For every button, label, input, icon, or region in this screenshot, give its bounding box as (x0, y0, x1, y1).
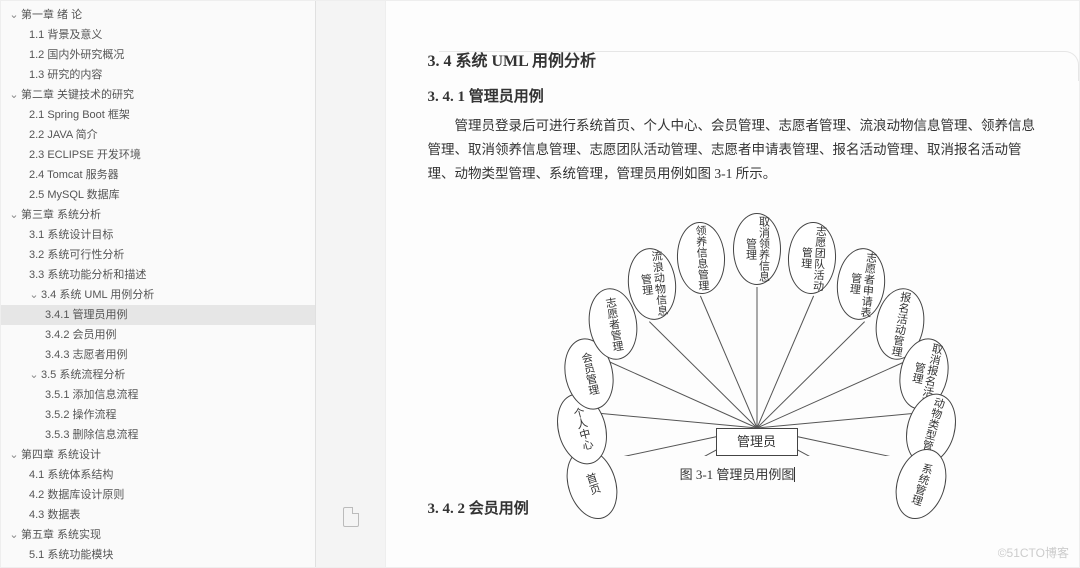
toc-item-label: 3.3 系统功能分析和描述 (29, 269, 146, 281)
figure-caption-3-1: 图 3-1 管理员用例图 (428, 464, 1048, 483)
toc-item-label: 第二章 关键技术的研究 (21, 89, 134, 101)
toc-item[interactable]: 2.4 Tomcat 服务器 (1, 165, 315, 185)
heading-3-4-2: 3. 4. 2 会员用例 (428, 497, 1048, 518)
toc-item[interactable]: 3.3 系统功能分析和描述 (1, 265, 315, 285)
toc-item-label: 3.4 系统 UML 用例分析 (41, 289, 154, 301)
toc-item[interactable]: 3.5.2 操作流程 (1, 405, 315, 425)
chevron-down-icon: ⌄ (29, 367, 39, 383)
toc-item[interactable]: 3.4.2 会员用例 (1, 325, 315, 345)
toc-item[interactable]: 3.5.3 删除信息流程 (1, 425, 315, 445)
heading-3-4-1: 3. 4. 1 管理员用例 (428, 85, 1048, 106)
chevron-down-icon: ⌄ (9, 207, 19, 223)
toc-item[interactable]: ⌄第一章 绪 论 (1, 5, 315, 25)
toc-item[interactable]: 1.2 国内外研究概况 (1, 45, 315, 65)
toc-item[interactable]: 4.1 系统体系结构 (1, 465, 315, 485)
toc-item[interactable]: 2.2 JAVA 简介 (1, 125, 315, 145)
document-area: 3. 4 系统 UML 用例分析 3. 4. 1 管理员用例 管理员登录后可进行… (316, 1, 1079, 567)
toc-item[interactable]: ⌄3.5 系统流程分析 (1, 365, 315, 385)
toc-item-label: 4.2 数据库设计原则 (29, 489, 124, 501)
toc-item-label: 2.2 JAVA 简介 (29, 129, 98, 141)
chevron-down-icon: ⌄ (9, 447, 19, 463)
toc-item-label: 第一章 绪 论 (21, 9, 82, 21)
toc-item-label: 4.1 系统体系结构 (29, 469, 113, 481)
uml-actor-admin: 管理员 (716, 428, 798, 456)
watermark: ©51CTO博客 (998, 544, 1069, 561)
toc-item[interactable]: 1.3 研究的内容 (1, 65, 315, 85)
toc-item[interactable]: ⌄第五章 系统实现 (1, 525, 315, 545)
toc-item[interactable]: 1.1 背景及意义 (1, 25, 315, 45)
toc-item[interactable]: ⌄3.4 系统 UML 用例分析 (1, 285, 315, 305)
toc-item[interactable]: 3.4.1 管理员用例 (1, 305, 315, 325)
header-rule (439, 51, 1079, 81)
chevron-down-icon: ⌄ (9, 7, 19, 23)
toc-item[interactable]: 3.4.3 志愿者用例 (1, 345, 315, 365)
toc-item[interactable]: 4.2 数据库设计原则 (1, 485, 315, 505)
toc-item-label: 2.5 MySQL 数据库 (29, 189, 120, 201)
toc-item-label: 第五章 系统实现 (21, 529, 101, 541)
toc-item[interactable]: 2.1 Spring Boot 框架 (1, 105, 315, 125)
toc-item[interactable]: 5.1 系统功能模块 (1, 545, 315, 565)
toc-item-label: 3.4.3 志愿者用例 (45, 349, 128, 361)
toc-item-label: 2.1 Spring Boot 框架 (29, 109, 130, 121)
page-thumbnail-icon[interactable] (343, 507, 359, 527)
toc-item[interactable]: ⌄第三章 系统分析 (1, 205, 315, 225)
toc-item-label: 2.4 Tomcat 服务器 (29, 169, 119, 181)
toc-item-label: 3.5.1 添加信息流程 (45, 389, 139, 401)
toc-item-label: 1.1 背景及意义 (29, 29, 102, 41)
toc-item-label: 3.5 系统流程分析 (41, 369, 125, 381)
toc-item[interactable]: 4.3 数据表 (1, 505, 315, 525)
toc-item[interactable]: ⌄第二章 关键技术的研究 (1, 85, 315, 105)
toc-item-label: 3.5.2 操作流程 (45, 409, 117, 421)
toc-item-label: 2.3 ECLIPSE 开发环境 (29, 149, 141, 161)
toc-item[interactable]: 3.2 系统可行性分析 (1, 245, 315, 265)
toc-item-label: 3.4.2 会员用例 (45, 329, 117, 341)
chevron-down-icon: ⌄ (9, 527, 19, 543)
toc-item-label: 1.2 国内外研究概况 (29, 49, 124, 61)
toc-item[interactable]: 3.5.1 添加信息流程 (1, 385, 315, 405)
page-gutter (316, 1, 386, 567)
toc-item-label: 3.5.3 删除信息流程 (45, 429, 139, 441)
chevron-down-icon: ⌄ (29, 287, 39, 303)
chevron-down-icon: ⌄ (9, 87, 19, 103)
uml-usecase-ellipse: 取消领养信息管理 (733, 213, 781, 285)
toc-item-label: 1.3 研究的内容 (29, 69, 102, 81)
toc-item[interactable]: 3.1 系统设计目标 (1, 225, 315, 245)
toc-item-label: 3.2 系统可行性分析 (29, 249, 124, 261)
toc-item-label: 3.1 系统设计目标 (29, 229, 113, 241)
paragraph-admin-usecase: 管理员登录后可进行系统首页、个人中心、会员管理、志愿者管理、流浪动物信息管理、领… (428, 114, 1048, 186)
toc-item-label: 第三章 系统分析 (21, 209, 101, 221)
toc-item-label: 第四章 系统设计 (21, 449, 101, 461)
toc-item-label: 3.4.1 管理员用例 (45, 309, 128, 321)
toc-item-label: 4.3 数据表 (29, 509, 80, 521)
toc-item[interactable]: 2.3 ECLIPSE 开发环境 (1, 145, 315, 165)
toc-item[interactable]: ⌄第四章 系统设计 (1, 445, 315, 465)
outline-sidebar[interactable]: ⌄第一章 绪 论1.1 背景及意义1.2 国内外研究概况1.3 研究的内容⌄第二… (1, 1, 316, 567)
uml-usecase-diagram: 管理员 首页个人中心会员管理志愿者管理流浪动物信息管理领养信息管理取消领养信息管… (428, 196, 1048, 456)
page-content: 3. 4 系统 UML 用例分析 3. 4. 1 管理员用例 管理员登录后可进行… (408, 11, 1068, 536)
toc-item[interactable]: 5.2 管理员功能模块 (1, 565, 315, 567)
toc-item-label: 5.1 系统功能模块 (29, 549, 113, 561)
app-root: ⌄第一章 绪 论1.1 背景及意义1.2 国内外研究概况1.3 研究的内容⌄第二… (0, 0, 1080, 568)
toc-item[interactable]: 2.5 MySQL 数据库 (1, 185, 315, 205)
